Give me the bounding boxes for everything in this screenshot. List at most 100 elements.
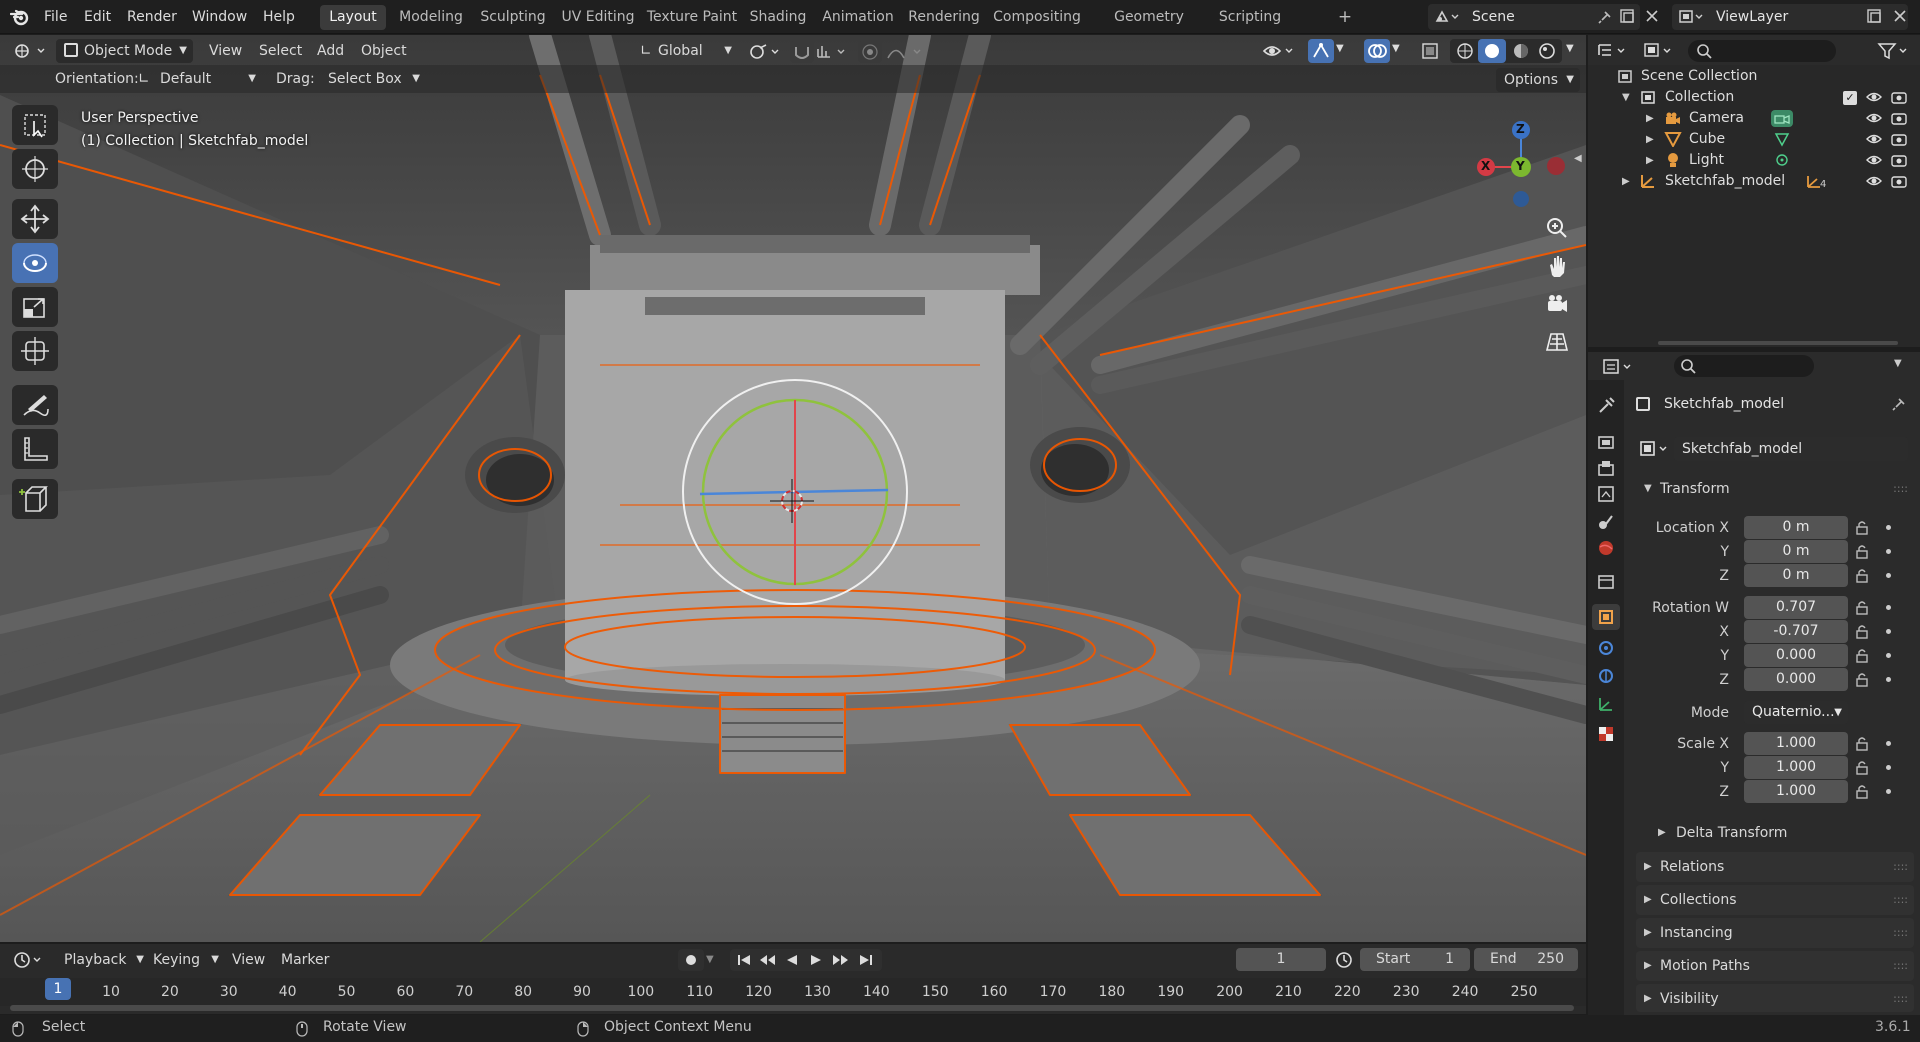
editor-type-button[interactable] bbox=[10, 39, 50, 63]
tab-texture-paint[interactable]: Texture Paint bbox=[646, 5, 738, 30]
falloff-icon[interactable] bbox=[886, 43, 926, 61]
3d-viewport[interactable]: Object Mode ▼ View Select Add Object ∟ Glo… bbox=[0, 35, 1586, 942]
solid-shading-icon[interactable] bbox=[1478, 39, 1506, 63]
overlay-dropdown-icon[interactable]: ▼ bbox=[1392, 43, 1406, 59]
filter-icon[interactable] bbox=[1876, 41, 1912, 61]
frame-ruler[interactable]: 1102030405060708090100110120130140150160… bbox=[0, 978, 1586, 1006]
menu-file[interactable]: File bbox=[44, 0, 67, 34]
play-icon[interactable] bbox=[808, 953, 824, 967]
sidebar-toggle-icon[interactable]: ◀ bbox=[1574, 153, 1584, 165]
navigation-gizmo[interactable]: Z X Y bbox=[1470, 107, 1580, 227]
lock-icon[interactable] bbox=[1854, 624, 1870, 640]
menu-add[interactable]: Add bbox=[317, 39, 344, 63]
outliner-item-cube[interactable]: ▶ Cube bbox=[1588, 129, 1920, 150]
drag-handle-icon[interactable]: :::: bbox=[1893, 984, 1908, 1014]
current-frame-field[interactable]: 1 bbox=[1236, 948, 1326, 971]
location-z-field[interactable]: 0 m bbox=[1744, 564, 1848, 587]
tab-scripting[interactable]: Scripting bbox=[1214, 5, 1286, 30]
shading-dropdown-icon[interactable]: ▼ bbox=[1566, 43, 1580, 59]
playhead-marker[interactable]: 1 bbox=[45, 978, 71, 1000]
outliner-scrollbar[interactable] bbox=[1658, 341, 1898, 345]
checkbox-icon[interactable]: ✓ bbox=[1843, 91, 1857, 105]
menu-select[interactable]: Select bbox=[259, 39, 302, 63]
drag-handle-icon[interactable]: :::: bbox=[1893, 951, 1908, 981]
pan-hand-icon[interactable] bbox=[1542, 251, 1572, 281]
rotate-tool[interactable] bbox=[12, 243, 58, 283]
rotation-mode-selector[interactable]: Quaternio... ▼ bbox=[1744, 701, 1848, 724]
perspective-toggle-icon[interactable] bbox=[1542, 327, 1572, 357]
motion-paths-panel[interactable]: ▶ Motion Paths:::: bbox=[1636, 951, 1914, 981]
properties-editor-type-icon[interactable] bbox=[1602, 357, 1638, 377]
orientation-selector[interactable]: ∟ Default ▼ bbox=[138, 67, 260, 91]
jump-keyframe-forward-icon[interactable] bbox=[830, 953, 850, 967]
scale-tool[interactable] bbox=[12, 287, 58, 327]
camera-render-icon[interactable] bbox=[1891, 90, 1907, 104]
play-reverse-icon[interactable] bbox=[784, 953, 800, 967]
tab-compositing[interactable]: Compositing bbox=[990, 5, 1084, 30]
scene-selector[interactable]: Scene bbox=[1428, 4, 1640, 30]
scale-y-field[interactable]: 1.000 bbox=[1744, 756, 1848, 779]
mode-selector[interactable]: Object Mode ▼ bbox=[56, 39, 193, 63]
keyframe-dot-icon[interactable] bbox=[1886, 789, 1891, 794]
object-datablock-selector[interactable]: Sketchfab_model bbox=[1636, 437, 1908, 461]
menu-object[interactable]: Object bbox=[361, 39, 407, 63]
drag-handle-icon[interactable]: :::: bbox=[1893, 474, 1908, 504]
end-frame-field[interactable]: End 250 bbox=[1474, 948, 1578, 971]
drag-selector[interactable]: Select Box ▼ bbox=[328, 67, 420, 91]
tab-uv-editing[interactable]: UV Editing bbox=[557, 5, 639, 30]
keyframe-dot-icon[interactable] bbox=[1886, 573, 1891, 578]
jump-keyframe-back-icon[interactable] bbox=[758, 953, 778, 967]
rendered-shading-icon[interactable] bbox=[1534, 41, 1560, 61]
move-tool[interactable] bbox=[12, 199, 58, 239]
menu-window[interactable]: Window bbox=[192, 0, 247, 34]
timeline-editor-type-icon[interactable] bbox=[12, 950, 48, 970]
lock-icon[interactable] bbox=[1854, 736, 1870, 752]
expand-arrow-icon[interactable]: ▶ bbox=[1622, 171, 1630, 192]
scene-name[interactable]: Scene bbox=[1472, 4, 1515, 30]
add-cube-tool[interactable] bbox=[12, 479, 58, 519]
transform-panel-header[interactable]: ▼ Transform :::: bbox=[1636, 474, 1914, 504]
chevron-down-icon[interactable]: ▼ bbox=[1894, 358, 1902, 369]
eye-icon[interactable] bbox=[1866, 90, 1882, 104]
camera-render-icon[interactable] bbox=[1891, 174, 1907, 188]
visibility-panel[interactable]: ▶ Visibility:::: bbox=[1636, 984, 1914, 1012]
eye-icon[interactable] bbox=[1866, 132, 1882, 146]
pivot-point-icon[interactable] bbox=[748, 43, 784, 61]
tab-modeling[interactable]: Modeling bbox=[393, 5, 469, 30]
menu-render[interactable]: Render bbox=[127, 0, 177, 34]
blender-logo-icon[interactable] bbox=[10, 8, 30, 26]
view-layer-tab-icon[interactable] bbox=[1596, 484, 1616, 504]
keyframe-dot-icon[interactable] bbox=[1886, 741, 1891, 746]
clock-icon[interactable] bbox=[1334, 950, 1354, 970]
collection-row[interactable]: ▼ Collection ✓ bbox=[1588, 87, 1920, 108]
menu-view[interactable]: View bbox=[209, 39, 242, 63]
cursor-tool[interactable] bbox=[12, 149, 58, 189]
rotation-w-field[interactable]: 0.707 bbox=[1744, 596, 1848, 619]
delete-viewlayer-icon[interactable] bbox=[1892, 8, 1908, 24]
pin-icon[interactable] bbox=[1598, 10, 1612, 24]
keyframe-dot-icon[interactable] bbox=[1886, 525, 1891, 530]
keyframe-dot-icon[interactable] bbox=[1886, 629, 1891, 634]
tab-sculpting[interactable]: Sculpting bbox=[476, 5, 550, 30]
eye-icon[interactable] bbox=[1866, 111, 1882, 125]
eye-icon[interactable] bbox=[1866, 174, 1882, 188]
lock-icon[interactable] bbox=[1854, 672, 1870, 688]
visibility-filter-icon[interactable] bbox=[1262, 41, 1296, 61]
expand-arrow-icon[interactable]: ▶ bbox=[1646, 150, 1654, 171]
keying-menu[interactable]: Keying ▼ bbox=[153, 948, 219, 972]
object-browse-icon[interactable] bbox=[1640, 441, 1674, 457]
rotation-x-field[interactable]: -0.707 bbox=[1744, 620, 1848, 643]
outliner-search-input[interactable] bbox=[1688, 40, 1836, 62]
wireframe-shading-icon[interactable] bbox=[1452, 41, 1478, 61]
scale-x-field[interactable]: 1.000 bbox=[1744, 732, 1848, 755]
drag-handle-icon[interactable]: :::: bbox=[1893, 852, 1908, 882]
location-y-field[interactable]: 0 m bbox=[1744, 540, 1848, 563]
camera-view-icon[interactable] bbox=[1542, 289, 1572, 319]
camera-render-icon[interactable] bbox=[1891, 111, 1907, 125]
tab-rendering[interactable]: Rendering bbox=[905, 5, 983, 30]
timeline-view-menu[interactable]: View bbox=[232, 948, 265, 972]
outliner-item-light[interactable]: ▶ Light bbox=[1588, 150, 1920, 171]
gizmo-toggle-icon[interactable] bbox=[1308, 39, 1334, 63]
annotate-tool[interactable] bbox=[12, 385, 58, 425]
lock-icon[interactable] bbox=[1854, 520, 1870, 536]
